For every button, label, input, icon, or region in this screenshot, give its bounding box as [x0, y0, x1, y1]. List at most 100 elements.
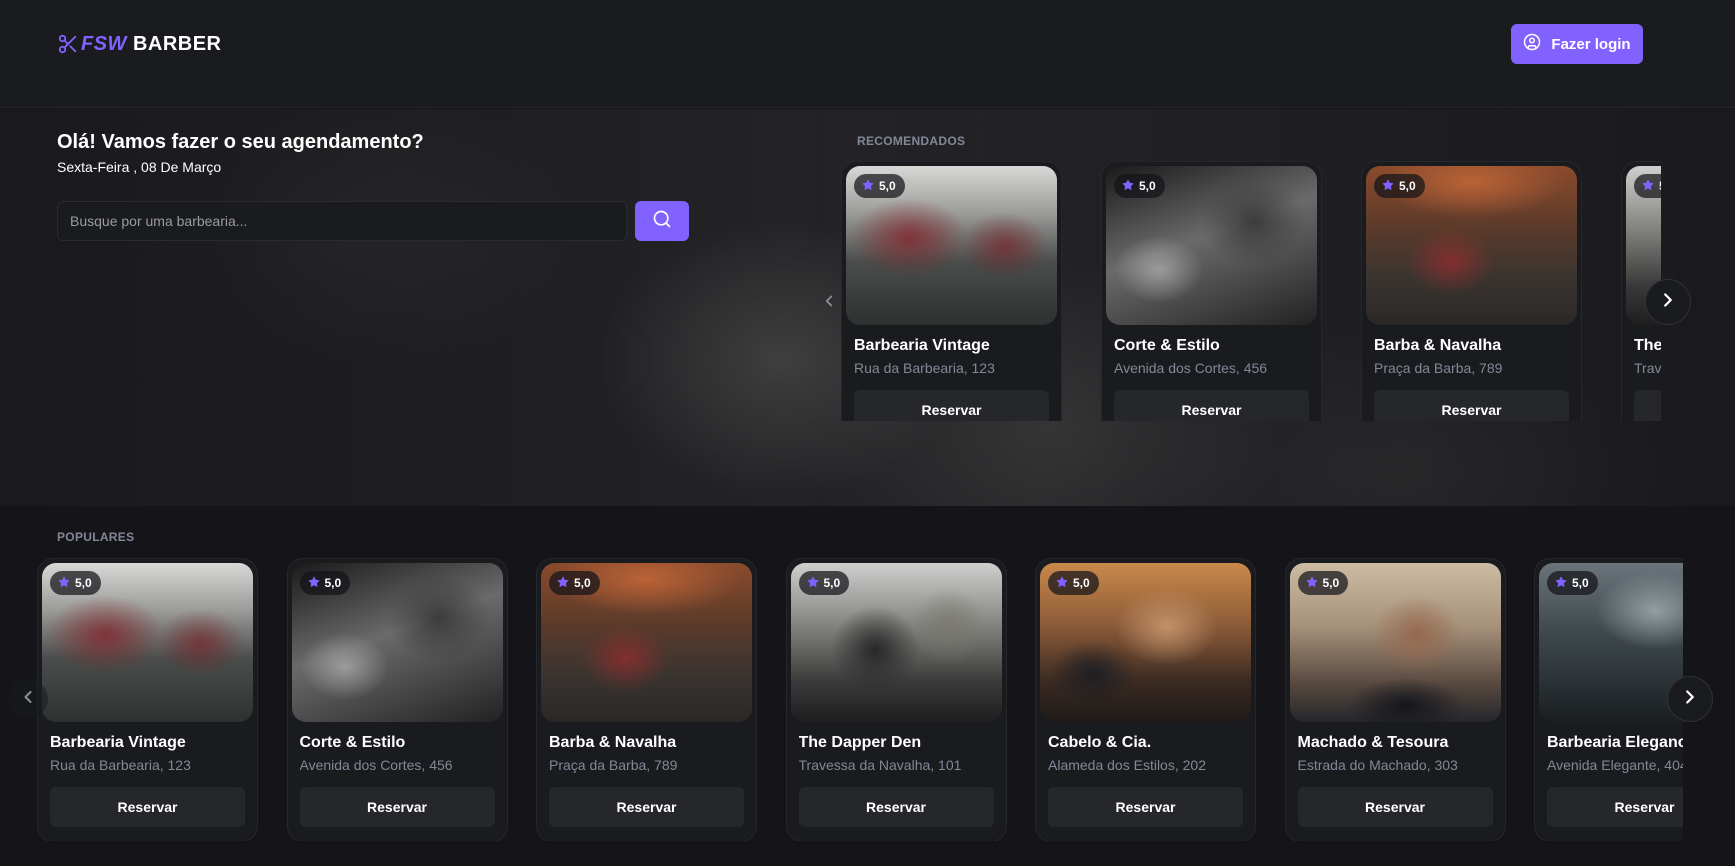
barbershop-card[interactable]: 5,0 Cabelo & Cia. Alameda dos Estilos, 202… — [1035, 558, 1256, 841]
star-icon — [862, 179, 874, 194]
barbershop-address: Rua da Barbearia, 123 — [854, 360, 995, 376]
login-button[interactable]: Fazer login — [1511, 24, 1643, 64]
rating-badge: 5,0 — [549, 571, 600, 595]
barbershop-image[interactable]: 5,0 — [1289, 563, 1501, 722]
reserve-button[interactable]: Reservar — [549, 787, 744, 827]
barbershop-address: Travessa da Navalha, 101 — [798, 757, 962, 773]
barbershop-address: Travessa da Navalha, 101 — [1634, 360, 1661, 376]
rating-value: 5,0 — [324, 576, 342, 590]
rating-value: 5,0 — [75, 576, 92, 590]
rating-value: 5,0 — [1139, 179, 1156, 193]
star-icon — [1555, 576, 1567, 591]
barbershop-card[interactable]: 5,0 Barba & Navalha Praça da Barba, 789 Res… — [536, 558, 757, 841]
barbershop-address: Avenida Elegante, 404 — [1547, 757, 1683, 773]
barbershop-card[interactable]: 5,0 Barbearia Vintage Rua da Barbearia, 12… — [841, 161, 1062, 421]
rating-value: 5,0 — [574, 576, 591, 590]
chevron-right-icon — [1657, 289, 1679, 316]
star-icon — [807, 576, 819, 591]
star-icon — [58, 576, 70, 591]
reserve-button[interactable]: Reservar — [1297, 787, 1493, 827]
reserve-button[interactable]: Reservar — [798, 787, 994, 827]
star-icon — [557, 576, 569, 591]
barbershop-image[interactable]: 5,0 — [42, 563, 253, 722]
barbershop-image[interactable]: 5,0 — [1040, 563, 1251, 722]
popular-title: POPULARES — [57, 530, 135, 544]
barbershop-name: The Dapper Den — [1634, 337, 1661, 354]
barbershop-name: Corte & Estilo — [299, 734, 406, 751]
reserve-button[interactable]: Reservar — [299, 787, 495, 827]
popular-next-button[interactable] — [1667, 676, 1713, 722]
rating-value: 5,0 — [1399, 179, 1416, 193]
barbershop-name: Machado & Tesoura — [1297, 734, 1449, 751]
popular-prev-button[interactable] — [8, 679, 48, 719]
header: FSW BARBER Fazer login — [0, 0, 1735, 108]
barbershop-name: The Dapper Den — [798, 734, 922, 751]
chevron-right-icon — [1679, 686, 1701, 713]
reserve-button[interactable]: Reservar — [1048, 787, 1243, 827]
recommended-next-button[interactable] — [1645, 279, 1691, 325]
rating-value: 5,0 — [879, 179, 896, 193]
barbershop-name: Barba & Navalha — [1374, 337, 1502, 354]
barbershop-name: Barba & Navalha — [549, 734, 677, 751]
barbershop-address: Estrada do Machado, 303 — [1297, 757, 1458, 773]
barbershop-name: Barbearia Vintage — [854, 337, 990, 354]
rating-value: 5,0 — [1572, 576, 1589, 590]
barbershop-address: Avenida dos Cortes, 456 — [1114, 360, 1268, 376]
reserve-button[interactable]: Reservar — [854, 390, 1049, 421]
barbershop-name: Corte & Estilo — [1114, 337, 1220, 354]
rating-badge: 5,0 — [798, 571, 850, 595]
recommended-prev-button[interactable] — [809, 283, 849, 323]
barbershop-image[interactable]: 5,0 — [541, 563, 752, 722]
user-circle-icon — [1523, 33, 1541, 55]
barbershop-image[interactable]: 5,0 — [1106, 166, 1317, 325]
barbershop-address: Avenida dos Cortes, 456 — [299, 757, 453, 773]
rating-value: 5,0 — [1659, 179, 1661, 193]
rating-badge: 5,0 — [1547, 571, 1598, 595]
barbershop-card[interactable]: 5,0 Barbearia Vintage Rua da Barbearia, 12… — [37, 558, 258, 841]
barbershop-address: Praça da Barba, 789 — [1374, 360, 1503, 376]
rating-value: 5,0 — [823, 576, 841, 590]
barbershop-image[interactable]: 5,0 — [291, 563, 503, 722]
reserve-button[interactable]: Reservar — [1374, 390, 1569, 421]
barbershop-name: Cabelo & Cia. — [1048, 734, 1152, 751]
chevron-left-icon — [820, 292, 838, 315]
reserve-button[interactable]: Reservar — [50, 787, 245, 827]
reserve-button[interactable]: Reservar — [1114, 390, 1309, 421]
barbershop-card[interactable]: 5,0 Machado & Tesoura Estrada do Machado, … — [1284, 558, 1506, 841]
barbershop-image[interactable]: 5,0 — [790, 563, 1002, 722]
rating-badge: 5,0 — [50, 571, 101, 595]
search-input[interactable] — [57, 201, 627, 241]
barbershop-image[interactable]: 5,0 — [1539, 563, 1683, 722]
barbershop-image[interactable]: 5,0 — [846, 166, 1057, 325]
recommended-title: RECOMENDADOS — [857, 134, 966, 148]
barbershop-address: Alameda dos Estilos, 202 — [1048, 757, 1206, 773]
barbershop-address: Praça da Barba, 789 — [549, 757, 678, 773]
barbershop-card[interactable]: 5,0 Barba & Navalha Praça da Barba, 789 Res… — [1361, 161, 1582, 421]
barbershop-address: Rua da Barbearia, 123 — [50, 757, 191, 773]
popular-carousel[interactable]: 5,0 Barbearia Vintage Rua da Barbearia, 12… — [37, 558, 1683, 841]
rating-value: 5,0 — [1073, 576, 1090, 590]
star-icon — [308, 576, 320, 591]
barbershop-card[interactable]: 5,0 Corte & Estilo Avenida dos Cortes, 456… — [286, 558, 508, 841]
star-icon — [1056, 576, 1068, 591]
rating-badge: 5,0 — [1374, 174, 1425, 198]
star-icon — [1306, 576, 1318, 591]
barbershop-name: Barbearia Elegance — [1547, 734, 1683, 751]
chevron-left-icon — [18, 687, 38, 712]
barbershop-card[interactable]: 5,0 Barbearia Elegance Avenida Elegante, 4… — [1534, 558, 1683, 841]
login-label: Fazer login — [1551, 35, 1631, 53]
star-icon — [1382, 179, 1394, 194]
barbershop-card[interactable]: 5,0 Corte & Estilo Avenida dos Cortes, 456… — [1101, 161, 1322, 421]
search-icon — [652, 209, 672, 234]
reserve-button[interactable]: Reservar — [1634, 390, 1661, 421]
barbershop-image[interactable]: 5,0 — [1366, 166, 1577, 325]
hero-section: Olá! Vamos fazer o seu agendamento? Sext… — [0, 109, 1735, 506]
greeting-title: Olá! Vamos fazer o seu agendamento? — [57, 131, 424, 153]
reserve-button[interactable]: Reservar — [1547, 787, 1683, 827]
recommended-carousel[interactable]: 5,0 Barbearia Vintage Rua da Barbearia, 12… — [838, 161, 1661, 421]
barbershop-card[interactable]: 5,0 The Dapper Den Travessa da Navalha, 10… — [785, 558, 1007, 841]
rating-value: 5,0 — [1322, 576, 1340, 590]
rating-badge: 5,0 — [299, 571, 351, 595]
logo[interactable]: FSW BARBER — [57, 30, 222, 58]
search-button[interactable] — [635, 201, 689, 241]
